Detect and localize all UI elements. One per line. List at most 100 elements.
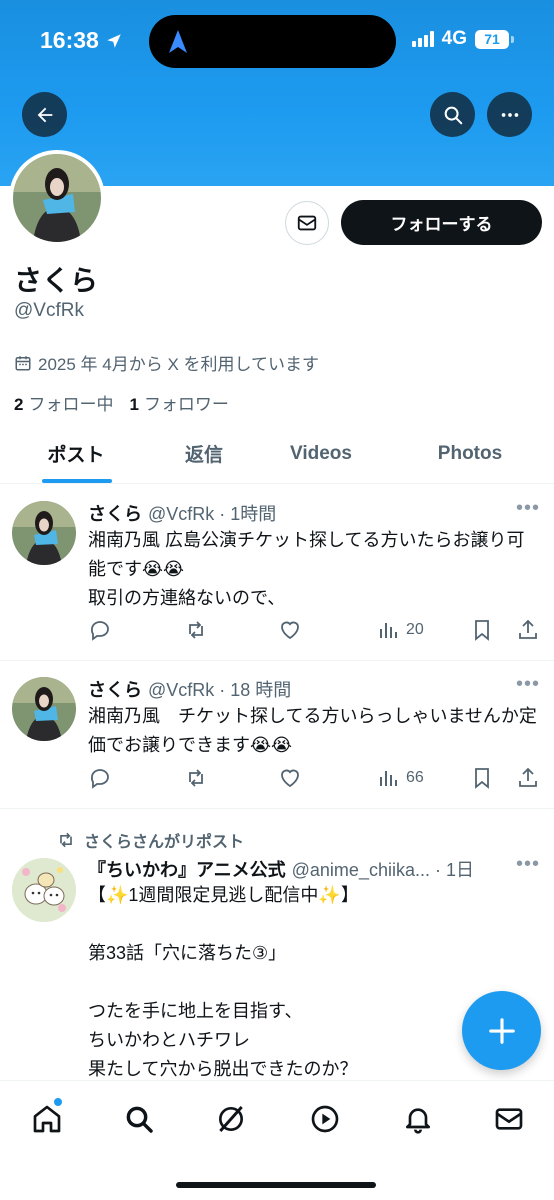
post-author-name[interactable]: さくら xyxy=(88,676,142,702)
search-icon xyxy=(444,106,462,124)
envelope-icon xyxy=(495,1108,523,1130)
home-icon xyxy=(33,1105,61,1133)
heart-icon xyxy=(281,769,299,788)
plus-icon xyxy=(488,1017,515,1044)
dynamic-island xyxy=(149,15,396,68)
repost-button[interactable] xyxy=(184,766,208,790)
status-bar: 16:38 4G 71 xyxy=(0,0,554,80)
nav-video[interactable] xyxy=(307,1101,343,1137)
reply-icon xyxy=(90,769,109,789)
search-button[interactable] xyxy=(430,92,475,137)
post-meta: @anime_chiika... · 1日 xyxy=(291,860,474,880)
post-header: 『ちいかわ』アニメ公式 @anime_chiika... · 1日 xyxy=(88,856,474,882)
search-icon xyxy=(126,1106,153,1133)
post-avatar[interactable] xyxy=(12,858,76,922)
post-avatar[interactable] xyxy=(12,677,76,741)
views-button[interactable]: 20 xyxy=(376,618,424,642)
navigation-arrow-icon xyxy=(169,30,187,53)
joined-date: 2025 年 4月から X を利用しています xyxy=(14,350,319,375)
post-meta: @VcfRk · 1時間 xyxy=(148,504,277,524)
home-indicator xyxy=(176,1182,376,1188)
message-button[interactable] xyxy=(285,201,329,245)
post-item[interactable]: さくら @VcfRk · 18 時間 ••• 湘南乃風 チケット探してる方いらっ… xyxy=(0,661,554,809)
views-count: 66 xyxy=(406,769,424,786)
battery-level: 71 xyxy=(475,29,509,49)
following-link[interactable]: 2 フォロー中 xyxy=(14,390,113,415)
post-avatar[interactable] xyxy=(12,501,76,565)
post-actions: 20 xyxy=(88,618,540,644)
follow-stats: 2 フォロー中 1 フォロワー xyxy=(14,390,229,415)
profile-display-name: さくら xyxy=(14,265,99,296)
share-icon xyxy=(519,619,537,639)
reply-button[interactable] xyxy=(88,618,112,642)
repost-indicator: さくらさんがリポスト xyxy=(56,828,244,852)
tab-posts[interactable]: ポスト xyxy=(0,424,152,483)
post-actions: 66 xyxy=(88,766,540,792)
more-options-button[interactable] xyxy=(487,92,532,137)
share-button[interactable] xyxy=(516,766,540,790)
notification-dot xyxy=(54,1098,62,1106)
nav-home[interactable] xyxy=(29,1101,65,1137)
calendar-icon xyxy=(15,355,31,370)
post-header: さくら @VcfRk · 18 時間 xyxy=(88,676,291,702)
post-more-icon[interactable]: ••• xyxy=(516,673,540,696)
post-text: 湘南乃風 広島公演チケット探してる方いたらお譲り可能です😭😭 取引の方連絡ないの… xyxy=(88,530,525,608)
followers-link[interactable]: 1 フォロワー xyxy=(129,390,228,415)
tab-photos[interactable]: Photos xyxy=(386,424,554,483)
more-horizontal-icon xyxy=(501,112,518,117)
clock-text: 16:38 xyxy=(40,27,99,53)
cellular-signal-icon xyxy=(411,31,434,47)
views-button[interactable]: 66 xyxy=(376,766,424,790)
status-indicators: 4G 71 xyxy=(411,28,514,50)
share-icon xyxy=(519,767,537,787)
battery-icon: 71 xyxy=(475,29,514,49)
play-circle-icon xyxy=(311,1105,339,1133)
views-count: 20 xyxy=(406,621,424,638)
repost-button[interactable] xyxy=(184,618,208,642)
nav-messages[interactable] xyxy=(491,1101,527,1137)
network-type: 4G xyxy=(441,28,467,49)
post-item[interactable]: さくら @VcfRk · 1時間 ••• 湘南乃風 広島公演チケット探してる方い… xyxy=(0,485,554,661)
tab-replies[interactable]: 返信 xyxy=(152,424,256,483)
location-arrow-icon xyxy=(107,33,121,48)
bookmark-icon xyxy=(475,768,489,789)
envelope-icon xyxy=(297,215,317,231)
post-more-icon[interactable]: ••• xyxy=(516,497,540,520)
bell-icon xyxy=(406,1108,430,1134)
bookmark-button[interactable] xyxy=(470,766,494,790)
profile-avatar[interactable] xyxy=(9,150,105,246)
following-label: フォロー中 xyxy=(28,395,114,414)
post-header: さくら @VcfRk · 1時間 xyxy=(88,500,276,526)
reply-button[interactable] xyxy=(88,766,112,790)
analytics-icon xyxy=(380,771,397,786)
tab-videos[interactable]: Videos xyxy=(256,424,386,483)
repost-icon xyxy=(189,769,203,787)
like-button[interactable] xyxy=(278,766,302,790)
nav-search[interactable] xyxy=(121,1101,157,1137)
bookmark-button[interactable] xyxy=(470,618,494,642)
share-button[interactable] xyxy=(516,618,540,642)
analytics-icon xyxy=(380,623,397,638)
post-author-name[interactable]: さくら xyxy=(88,500,142,526)
profile-handle: @VcfRk xyxy=(14,300,84,321)
following-count: 2 xyxy=(14,395,24,414)
post-more-icon[interactable]: ••• xyxy=(516,853,540,876)
compose-button[interactable] xyxy=(462,991,541,1070)
joined-text: 2025 年 4月から X を利用しています xyxy=(38,355,319,374)
followers-count: 1 xyxy=(129,395,139,414)
heart-icon xyxy=(281,621,299,640)
reply-icon xyxy=(90,621,109,641)
status-time: 16:38 xyxy=(40,27,123,54)
repost-icon xyxy=(60,832,72,848)
avatar-photo xyxy=(13,154,101,242)
arrow-left-icon xyxy=(37,107,52,122)
nav-notifications[interactable] xyxy=(400,1101,436,1137)
post-author-name[interactable]: 『ちいかわ』アニメ公式 xyxy=(88,856,286,882)
profile-tabs: ポスト 返信 Videos Photos xyxy=(0,424,554,484)
post-text: 湘南乃風 チケット探してる方いらっしゃいませんか定価でお譲りできます😭😭 xyxy=(88,706,537,755)
like-button[interactable] xyxy=(278,618,302,642)
nav-grok[interactable] xyxy=(213,1101,249,1137)
repost-label-text: さくらさんがリポスト xyxy=(84,834,245,851)
back-button[interactable] xyxy=(22,92,67,137)
follow-button[interactable]: フォローする xyxy=(341,200,542,245)
